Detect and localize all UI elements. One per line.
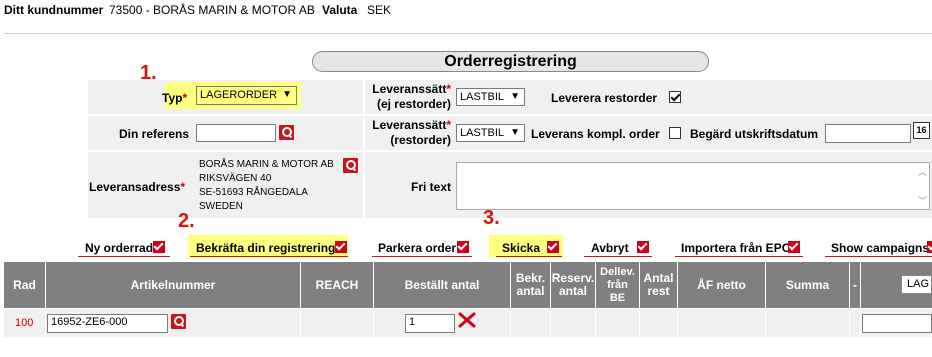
show-campaigns-link[interactable]: Show campaigns bbox=[831, 241, 929, 255]
lag-select[interactable]: LAG bbox=[901, 275, 932, 294]
parkera-order-link[interactable]: Parkera order bbox=[378, 241, 456, 255]
lag-input[interactable] bbox=[862, 314, 932, 333]
page-title: Orderregistrering bbox=[312, 51, 709, 72]
col-header-bestallt-antal: Beställt antal bbox=[374, 262, 510, 308]
leveranssatt-restorder-select[interactable]: LASTBIL ▼ bbox=[456, 124, 525, 142]
show-campaigns-check-icon[interactable] bbox=[927, 241, 932, 253]
col-header-reach: REACH bbox=[301, 262, 373, 308]
col-header-rad: Rad bbox=[4, 262, 45, 308]
leveranssatt-restorder-label: Leveranssätt* (restorder) bbox=[372, 118, 451, 147]
row-number: 100 bbox=[15, 317, 34, 329]
scroll-up-icon[interactable]: ︿ bbox=[918, 165, 927, 178]
col-header-dellev-fran-be: Dellev. från BE bbox=[596, 262, 639, 308]
chevron-down-icon: ▼ bbox=[510, 127, 520, 138]
customer-number-value: 73500 - BORÅS MARIN & MOTOR AB bbox=[109, 3, 315, 17]
avbryt-check-icon[interactable] bbox=[637, 241, 649, 253]
din-referens-label: Din referens bbox=[119, 127, 190, 141]
address-line: RIKSVÄGEN 40 bbox=[199, 173, 272, 184]
search-icon[interactable] bbox=[279, 125, 294, 140]
col-header-reserv-antal: Reserv. antal bbox=[551, 262, 595, 308]
col-header-af-netto: ÅF netto bbox=[678, 262, 765, 308]
address-line: SE-51693 RÅNGEDALA bbox=[199, 187, 308, 198]
skicka-check-icon[interactable] bbox=[547, 241, 559, 253]
importera-check-icon[interactable] bbox=[788, 241, 800, 253]
col-header-bekr-antal: Bekr. antal bbox=[511, 262, 550, 308]
typ-label: Typ* bbox=[162, 91, 188, 105]
customer-number-label: Ditt kundnummer bbox=[4, 3, 104, 17]
leverera-restorder-checkbox[interactable] bbox=[669, 91, 681, 103]
col-header-summa: Summa bbox=[766, 262, 849, 308]
address-line: BORÅS MARIN & MOTOR AB bbox=[199, 159, 334, 170]
avbryt-link[interactable]: Avbryt bbox=[591, 241, 629, 255]
parkera-order-check-icon[interactable] bbox=[457, 241, 469, 253]
skicka-link[interactable]: Skicka bbox=[502, 241, 540, 255]
chevron-down-icon: ▼ bbox=[510, 91, 520, 102]
ny-orderrad-check-icon[interactable] bbox=[153, 241, 165, 253]
scroll-down-icon[interactable]: ﹀ bbox=[918, 194, 927, 207]
chevron-down-icon: ▼ bbox=[282, 89, 292, 100]
col-header-dash: - bbox=[850, 262, 860, 308]
bekrafta-link[interactable]: Bekräfta din registrering bbox=[196, 241, 335, 255]
din-referens-input[interactable] bbox=[196, 124, 276, 142]
bestallt-antal-input[interactable]: 1 bbox=[405, 314, 455, 333]
leveranssatt-ej-restorder-select[interactable]: LASTBIL ▼ bbox=[456, 88, 525, 106]
currency-label: Valuta bbox=[322, 3, 358, 17]
leveransadress-text: BORÅS MARIN & MOTOR AB RIKSVÄGEN 40 SE-5… bbox=[199, 158, 334, 214]
search-icon[interactable] bbox=[343, 158, 358, 173]
calendar-icon[interactable]: 16 bbox=[913, 122, 930, 139]
fri-text-textarea[interactable]: ︿ ﹀ bbox=[456, 162, 930, 210]
delete-icon[interactable] bbox=[458, 312, 476, 328]
ny-orderrad-link[interactable]: Ny orderrad bbox=[85, 241, 153, 255]
artikelnummer-input[interactable]: 16952-ZE6-000 bbox=[47, 314, 168, 333]
leverans-kompl-order-checkbox[interactable] bbox=[669, 127, 681, 139]
search-icon[interactable] bbox=[171, 314, 186, 329]
typ-select[interactable]: LAGERORDER ▼ bbox=[196, 86, 297, 105]
address-line: SWEDEN bbox=[199, 201, 243, 212]
bekrafta-check-icon[interactable] bbox=[335, 241, 347, 253]
header-divider bbox=[4, 33, 932, 34]
leveranssatt-ej-restorder-label: Leveranssätt* (ej restorder) bbox=[372, 82, 451, 111]
col-header-lag: LAG bbox=[861, 262, 932, 308]
annotation-step-3: 3. bbox=[483, 207, 500, 229]
leveransadress-label: Leveransadress* bbox=[89, 180, 186, 194]
col-header-antal-rest: Antal rest bbox=[640, 262, 677, 308]
currency-value: SEK bbox=[367, 3, 392, 17]
annotation-step-1: 1. bbox=[140, 62, 157, 84]
importera-fran-epc-link[interactable]: Importera från EPC bbox=[681, 241, 790, 255]
annotation-step-2: 2. bbox=[178, 210, 195, 232]
begard-utskriftsdatum-input[interactable] bbox=[825, 124, 911, 143]
begard-utskriftsdatum-label: Begärd utskriftsdatum bbox=[690, 127, 819, 141]
leverans-kompl-order-label: Leverans kompl. order bbox=[531, 127, 660, 141]
leverera-restorder-label: Leverera restorder bbox=[551, 91, 658, 105]
fri-text-label: Fri text bbox=[411, 180, 452, 194]
col-header-artikelnummer: Artikelnummer bbox=[46, 262, 300, 308]
